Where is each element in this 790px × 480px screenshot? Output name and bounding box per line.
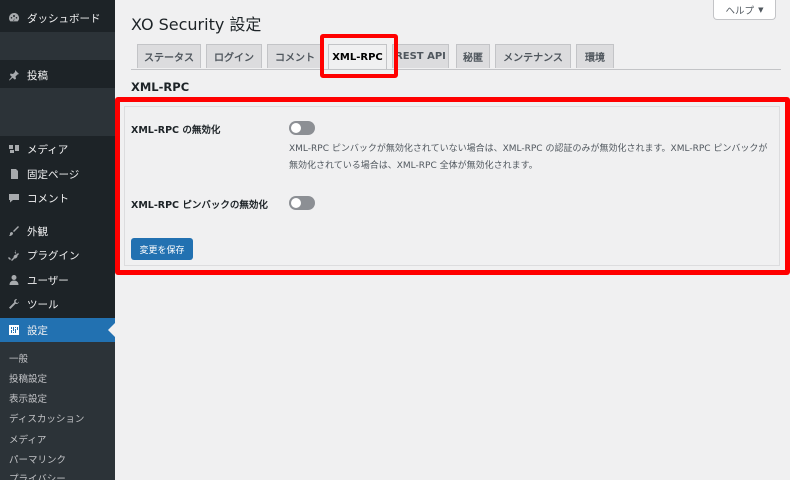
submenu-privacy[interactable]: プライバシー [9, 471, 66, 480]
submenu-general[interactable]: 一般 [9, 351, 28, 365]
settings-submenu: 一般 投稿設定 表示設定 ディスカッション メディア パーマリンク プライバシー [0, 342, 115, 480]
user-icon [7, 273, 21, 287]
settings-icon [7, 323, 21, 337]
blurred-menu-area [0, 32, 115, 60]
page-title: XO Security 設定 [131, 15, 262, 34]
menu-posts[interactable]: 投稿 [0, 63, 115, 87]
section-title: XML-RPC [131, 80, 190, 94]
help-button[interactable]: ヘルプ ▼ [713, 0, 776, 20]
submenu-writing[interactable]: 投稿設定 [9, 371, 47, 385]
menu-posts-label: 投稿 [27, 69, 48, 82]
menu-pages[interactable]: 固定ページ [0, 162, 115, 186]
menu-comments-label: コメント [27, 192, 69, 205]
tab-login[interactable]: ログイン [206, 44, 262, 68]
admin-sidebar: ダッシュボード 投稿 メディア 固定ページ コメント 外観 プラグイン ユーザー… [0, 0, 115, 480]
toggle-disable-pingback[interactable] [289, 196, 315, 210]
media-icon [7, 142, 21, 156]
menu-tools[interactable]: ツール [0, 292, 115, 316]
dashboard-icon [7, 11, 21, 25]
tab-highlight-box [320, 34, 398, 78]
submenu-media[interactable]: メディア [9, 432, 46, 446]
help-label: ヘルプ [725, 5, 755, 17]
settings-tabs: ステータス ログイン コメント XML-RPC REST API 秘匿 メンテナ… [131, 44, 781, 70]
submenu-permalinks[interactable]: パーマリンク [9, 452, 66, 466]
tab-comment[interactable]: コメント [267, 44, 323, 68]
toggle-knob [291, 123, 301, 133]
menu-appearance-label: 外観 [27, 225, 48, 238]
pin-icon [7, 68, 21, 82]
tab-environment[interactable]: 環境 [576, 44, 614, 68]
save-button[interactable]: 変更を保存 [131, 238, 193, 260]
menu-dashboard-label: ダッシュボード [27, 12, 101, 25]
submenu-discussion[interactable]: ディスカッション [9, 411, 84, 425]
menu-media-label: メディア [27, 143, 69, 156]
active-arrow-icon [108, 323, 115, 337]
tab-status[interactable]: ステータス [137, 44, 201, 68]
menu-comments[interactable]: コメント [0, 186, 115, 210]
menu-settings-label: 設定 [27, 324, 48, 337]
menu-dashboard[interactable]: ダッシュボード [0, 6, 115, 30]
tab-maintenance[interactable]: メンテナンス [495, 44, 571, 68]
page-icon [7, 167, 21, 181]
menu-tools-label: ツール [27, 298, 59, 311]
menu-users-label: ユーザー [27, 274, 69, 287]
brush-icon [7, 224, 21, 238]
menu-users[interactable]: ユーザー [0, 268, 115, 292]
field-label-disable-pingback: XML-RPC ピンバックの無効化 [131, 200, 268, 211]
menu-media[interactable]: メディア [0, 137, 115, 161]
wrench-icon [7, 297, 21, 311]
menu-plugins-label: プラグイン [27, 249, 80, 262]
toggle-knob [291, 198, 301, 208]
field-label-disable-xmlrpc: XML-RPC の無効化 [131, 125, 221, 136]
tab-secret[interactable]: 秘匿 [456, 44, 490, 68]
menu-appearance[interactable]: 外観 [0, 219, 115, 243]
menu-pages-label: 固定ページ [27, 168, 80, 181]
plugin-icon [7, 248, 21, 262]
field-description: XML-RPC ピンバックが無効化されていない場合は、XML-RPC の認証のみ… [289, 144, 768, 171]
toggle-disable-xmlrpc[interactable] [289, 121, 315, 135]
comment-icon [7, 191, 21, 205]
caret-down-icon: ▼ [758, 5, 764, 14]
menu-plugins[interactable]: プラグイン [0, 243, 115, 267]
tab-rest-api[interactable]: REST API [392, 44, 449, 68]
submenu-reading[interactable]: 表示設定 [9, 391, 47, 405]
menu-settings[interactable]: 設定 [0, 318, 115, 342]
blurred-menu-area-2 [0, 88, 115, 136]
